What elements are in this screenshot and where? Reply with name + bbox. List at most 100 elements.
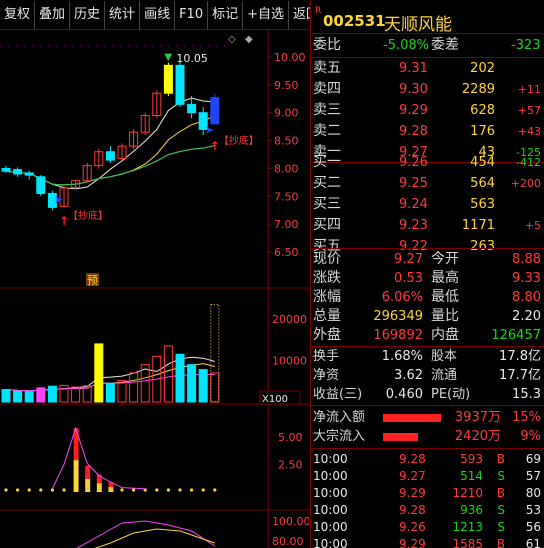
indicator-dot <box>16 488 20 492</box>
stat-row: 总量 296349 量比 2.20 <box>311 307 544 326</box>
tick-row[interactable]: 10:00 9.27 514 S 57 <box>311 467 544 485</box>
volume-bar <box>105 382 115 403</box>
tick-price: 9.28 <box>399 503 426 517</box>
price-tick-label: 7.00 <box>274 218 299 231</box>
tick-time: 10:00 <box>313 503 348 517</box>
indicator-dot <box>50 488 55 492</box>
tick-row[interactable]: 10:00 9.29 1585 B 61 <box>311 535 544 548</box>
indicator-bar <box>108 488 114 490</box>
flow-bar <box>383 414 441 422</box>
stat-label: 换手 <box>313 349 340 364</box>
overlay-button[interactable]: 叠加 <box>35 1 71 29</box>
indicator-bar <box>85 485 91 489</box>
tick-row[interactable]: 10:00 9.28 593 B 69 <box>311 450 544 468</box>
ask-volume: 202 <box>470 61 495 76</box>
volume-bar <box>36 387 46 403</box>
f10-button[interactable]: F10 <box>175 1 209 29</box>
indicator-bar <box>73 460 79 469</box>
volume-bar <box>1 389 11 403</box>
bid-volume: 454 <box>470 155 495 170</box>
tick-time: 10:00 <box>313 537 348 548</box>
bid-price: 9.25 <box>399 176 428 191</box>
volume-tick-label: 10000 <box>272 355 307 368</box>
stat-value: 17.8亿 <box>499 349 541 364</box>
volume-bar <box>117 379 127 403</box>
tick-side: B <box>496 486 505 500</box>
stat-label: 净资 <box>313 368 340 383</box>
toolbar: 复权 叠加 历史 统计 画线 F10 标记 +自选 返回 <box>0 0 324 30</box>
tick-volume: 1210 <box>452 486 483 500</box>
ask-volume: 176 <box>470 124 495 139</box>
tick-side: S <box>497 469 505 483</box>
mark-button[interactable]: 标记 <box>208 1 244 29</box>
draw-line-button[interactable]: 画线 <box>140 1 176 29</box>
volume-bar <box>187 364 197 403</box>
tick-row[interactable]: 10:00 9.29 1210 B 80 <box>311 484 544 502</box>
stat-row: 涨幅 6.06% 最低 8.80 <box>311 288 544 307</box>
indicator-bar <box>96 478 102 481</box>
volume-bar <box>175 353 185 403</box>
candle-body <box>210 97 220 125</box>
restore-rights-button[interactable]: 复权 <box>0 1 36 29</box>
stat-value: 6.06% <box>381 290 423 305</box>
ask-volume: 628 <box>470 103 495 118</box>
price-tick-label: 6.50 <box>274 246 299 259</box>
flow-value: 2420万 <box>454 429 501 444</box>
ask-level-label: 卖三 <box>313 102 341 118</box>
price-tick-label: 9.00 <box>274 107 299 120</box>
indicator-bar <box>85 482 91 486</box>
tick-side: S <box>497 520 505 534</box>
volume-bar <box>24 391 34 403</box>
bid-level-label: 买四 <box>313 217 341 233</box>
indicator-dot <box>155 488 159 492</box>
stat-value: 3.62 <box>394 368 423 383</box>
margin-trading-mark: R <box>315 6 322 16</box>
add-watchlist-button[interactable]: +自选 <box>243 1 290 29</box>
volume-unit-label: X100 <box>262 394 288 405</box>
indicator-dot <box>166 488 170 492</box>
indicator-dot <box>132 488 136 492</box>
tick-row[interactable]: 10:00 9.26 1213 S 56 <box>311 518 544 536</box>
volume-bar <box>94 343 104 403</box>
tick-row[interactable]: 10:00 9.28 936 S 53 <box>311 501 544 519</box>
indicator-bar <box>108 489 114 491</box>
indicator-tick-label: 2.50 <box>278 459 303 472</box>
bid-change: +200 <box>510 177 541 190</box>
stock-code: 002531 <box>323 12 386 30</box>
tick-count: 61 <box>525 537 541 548</box>
volume-tick-label: 20000 <box>272 313 307 326</box>
indicator-bar <box>96 483 102 486</box>
candle-body <box>36 176 46 195</box>
kline-chart[interactable]: ◇ ◆ 10.00 9.50 9.00 8.50 8.00 7.50 7.00 6.50 2000… <box>0 30 311 548</box>
tick-time: 10:00 <box>313 452 348 466</box>
bid-level-row: 买二 9.25 564 +200 <box>311 173 544 194</box>
bid-volume: 563 <box>470 197 495 212</box>
stat-value: 296349 <box>373 309 423 324</box>
projected-volume-bar <box>210 303 220 403</box>
statistics-button[interactable]: 统计 <box>105 1 141 29</box>
indicator-bar <box>85 468 91 473</box>
history-button[interactable]: 历史 <box>70 1 106 29</box>
ask-price: 9.28 <box>399 124 428 139</box>
ask-volume: 2289 <box>461 82 495 97</box>
stat-row: 净资 3.62 流通 17.7亿 <box>311 366 544 385</box>
indicator-bar <box>96 485 102 488</box>
ask-level-label: 卖五 <box>313 60 341 76</box>
tick-price: 9.26 <box>399 520 426 534</box>
tick-time: 10:00 <box>313 469 348 483</box>
buy-signal-label: 【抄底】 <box>68 209 108 222</box>
kline-chart-panel[interactable]: ◇ ◆ 10.00 9.50 9.00 8.50 8.00 7.50 7.00 6.50 2000… <box>0 30 311 548</box>
indicator-bar <box>85 478 91 483</box>
tick-volume: 936 <box>460 503 483 517</box>
stat-label: 量比 <box>431 308 459 324</box>
tick-time: 10:00 <box>313 520 348 534</box>
bid-level-row: 买三 9.24 563 <box>311 194 544 215</box>
tick-price: 9.29 <box>399 486 426 500</box>
tick-count: 56 <box>525 520 541 534</box>
bid-price: 9.26 <box>399 155 428 170</box>
indicator-bar <box>85 472 91 476</box>
tick-side: S <box>497 503 505 517</box>
volume-bar <box>47 385 57 403</box>
tick-count: 57 <box>525 469 541 483</box>
indicator-dot <box>120 488 124 492</box>
